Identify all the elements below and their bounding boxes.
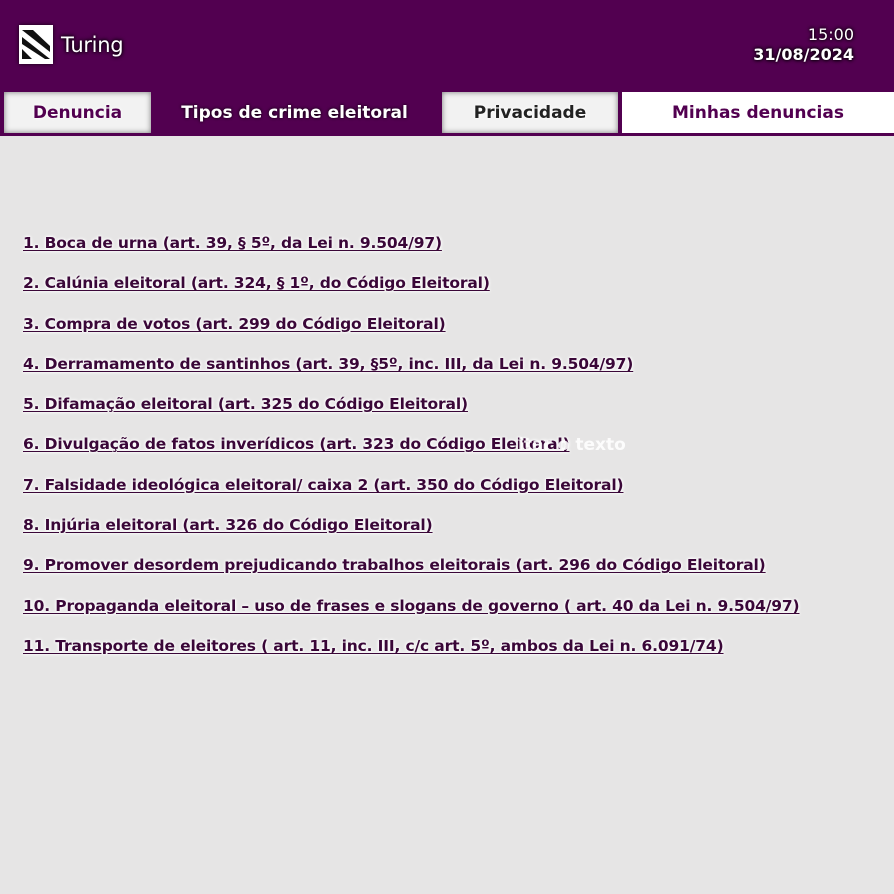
turing-logo-icon — [19, 25, 53, 64]
crime-link-propaganda-eleitoral[interactable]: 10. Propaganda eleitoral – uso de frases… — [23, 595, 883, 635]
crime-link-divulgacao-de-fatos[interactable]: 6. Divulgação de fatos inverídicos (art.… — [23, 433, 883, 473]
tab-label: Minhas denuncias — [672, 102, 844, 123]
clock-time: 15:00 — [807, 25, 854, 44]
crime-types-list: 1. Boca de urna (art. 39, § 5º, da Lei n… — [23, 232, 883, 675]
brand-name: Turing — [61, 33, 124, 57]
app-header: Turing 15:00 31/08/2024 — [0, 0, 894, 90]
tab-privacidade[interactable]: Privacidade — [442, 92, 618, 133]
crime-link-calunia-eleitoral[interactable]: 2. Calúnia eleitoral (art. 324, § 1º, do… — [23, 272, 883, 312]
crime-link-transporte-de-eleitores[interactable]: 11. Transporte de eleitores ( art. 11, i… — [23, 635, 883, 675]
tab-bar: Denuncia Tipos de crime eleitoral Privac… — [0, 90, 894, 136]
clock-date: 31/08/2024 — [753, 45, 854, 64]
crime-link-promover-desordem[interactable]: 9. Promover desordem prejudicando trabal… — [23, 554, 883, 594]
crime-link-injuria-eleitoral[interactable]: 8. Injúria eleitoral (art. 326 do Código… — [23, 514, 883, 554]
tab-minhas-denuncias[interactable]: Minhas denuncias — [622, 92, 894, 133]
tab-label: Tipos de crime eleitoral — [181, 102, 408, 123]
clock: 15:00 31/08/2024 — [753, 25, 854, 65]
tab-label: Denuncia — [32, 102, 123, 123]
crime-link-derramamento-de-santinhos[interactable]: 4. Derramamento de santinhos (art. 39, §… — [23, 353, 883, 393]
crime-link-falsidade-ideologica[interactable]: 7. Falsidade ideológica eleitoral/ caixa… — [23, 474, 883, 514]
edit-text-overlay: itar o texto — [518, 435, 626, 455]
tab-tipos-de-crime-eleitoral[interactable]: Tipos de crime eleitoral — [151, 92, 438, 133]
tab-denuncia[interactable]: Denuncia — [4, 92, 151, 133]
tab-label: Privacidade — [473, 102, 587, 123]
crime-link-compra-de-votos[interactable]: 3. Compra de votos (art. 299 do Código E… — [23, 313, 883, 353]
crime-link-difamacao-eleitoral[interactable]: 5. Difamação eleitoral (art. 325 do Códi… — [23, 393, 883, 433]
crime-link-boca-de-urna[interactable]: 1. Boca de urna (art. 39, § 5º, da Lei n… — [23, 232, 883, 272]
